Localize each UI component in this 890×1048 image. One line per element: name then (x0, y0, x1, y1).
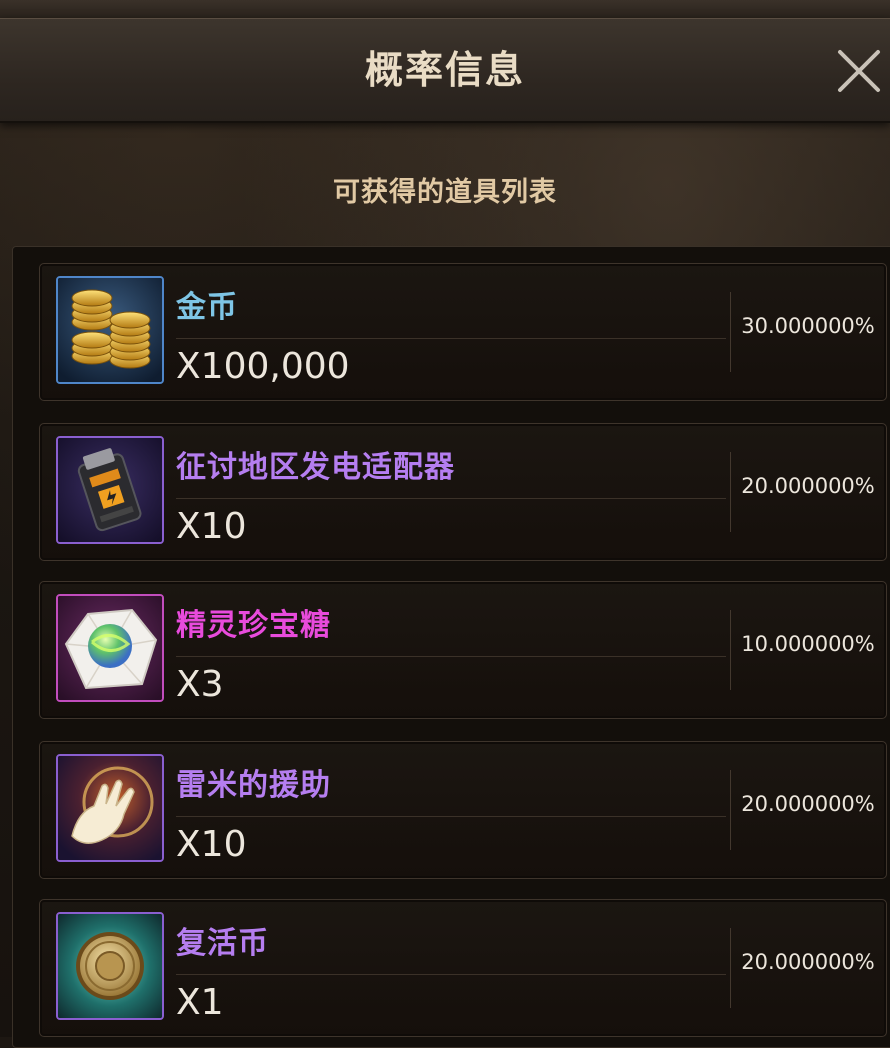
glove-icon (56, 754, 164, 862)
item-probability: 30.000000% (741, 314, 875, 338)
close-button[interactable] (832, 44, 886, 98)
item-card: 雷米的援助 X10 20.000000% (39, 741, 887, 879)
item-quantity: X1 (176, 982, 224, 1023)
item-probability: 20.000000% (741, 474, 875, 498)
item-card: 金币 X100,000 30.000000% (39, 263, 887, 401)
item-name: 雷米的援助 (176, 768, 331, 803)
item-name: 金币 (176, 290, 238, 325)
divider (730, 292, 731, 372)
item-quantity: X10 (176, 506, 247, 547)
item-name: 精灵珍宝糖 (176, 608, 331, 643)
divider (176, 498, 726, 499)
top-strip (0, 0, 890, 18)
item-probability: 20.000000% (741, 950, 875, 974)
divider (730, 452, 731, 532)
divider (176, 338, 726, 339)
close-icon (838, 50, 880, 92)
gold-coins-icon (56, 276, 164, 384)
divider (730, 928, 731, 1008)
item-name: 复活币 (176, 926, 269, 961)
item-quantity: X100,000 (176, 346, 350, 387)
item-list-heading: 可获得的道具列表 (333, 177, 557, 208)
item-card: 精灵珍宝糖 X3 10.000000% (39, 581, 887, 719)
divider (730, 770, 731, 850)
divider (730, 610, 731, 690)
item-probability: 10.000000% (741, 632, 875, 656)
item-card: 复活币 X1 20.000000% (39, 899, 887, 1037)
revive-coin-icon (56, 912, 164, 1020)
candy-icon (56, 594, 164, 702)
power-adapter-icon (56, 436, 164, 544)
item-card: 征讨地区发电适配器 X10 20.000000% (39, 423, 887, 561)
dialog-title: 概率信息 (364, 48, 525, 92)
divider (176, 816, 726, 817)
item-quantity: X3 (176, 664, 224, 705)
dialog-header: 概率信息 (0, 18, 890, 123)
item-list[interactable]: 金币 X100,000 30.000000% 征讨地区发电适配器 X10 20.… (12, 246, 890, 1048)
item-probability: 20.000000% (741, 792, 875, 816)
divider (176, 656, 726, 657)
divider (176, 974, 726, 975)
item-quantity: X10 (176, 824, 247, 865)
item-name: 征讨地区发电适配器 (176, 450, 455, 485)
